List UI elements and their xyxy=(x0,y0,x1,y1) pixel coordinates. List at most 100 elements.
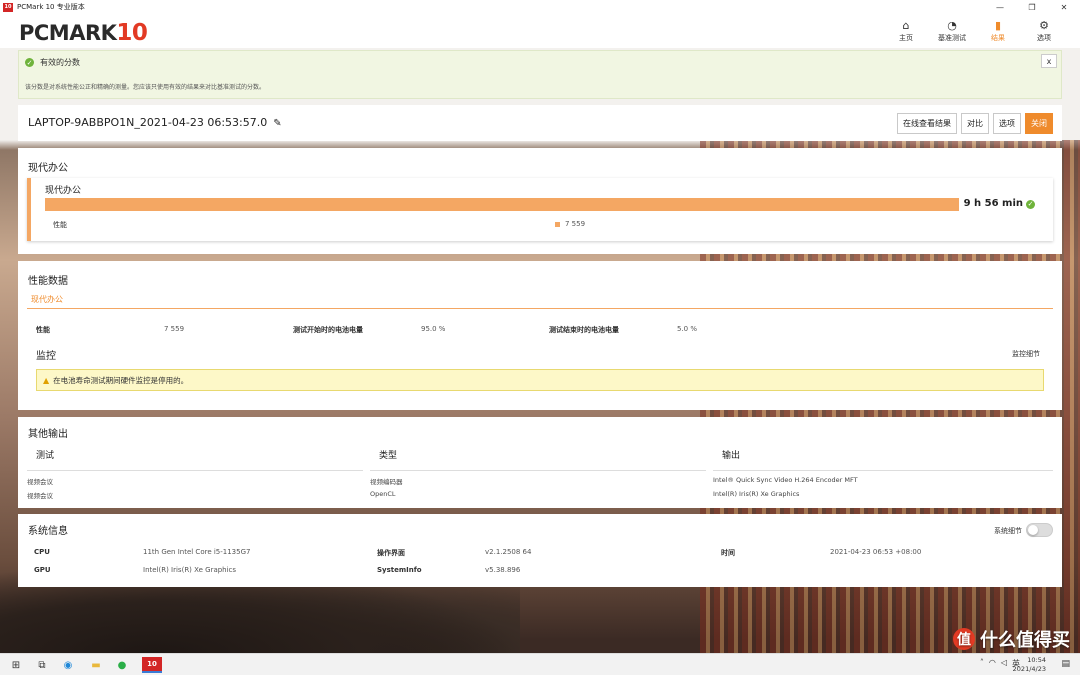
nav-label: 基准测试 xyxy=(938,34,966,42)
sysinfo-value: 11th Gen Intel Core i5-1135G7 xyxy=(143,548,251,556)
divider xyxy=(27,470,363,471)
perf-item: 测试结束时的电池电量 xyxy=(549,326,619,334)
warning-icon: ▲ xyxy=(43,375,50,385)
valid-score-banner: ✓ 有效的分数 该分数是对系统性能公正和精确的测量。您应该只使用有效的结果来对比… xyxy=(18,50,1062,99)
wechat-icon[interactable]: ● xyxy=(114,657,130,673)
section-title: 性能数据 xyxy=(28,276,68,287)
banner-close-button[interactable]: x xyxy=(1041,54,1057,68)
table-cell: 视频编码器 xyxy=(370,478,403,486)
volume-icon[interactable]: ◁ xyxy=(1001,658,1007,669)
compare-button[interactable]: 对比 xyxy=(961,113,989,134)
watermark: 值 什么值得买 xyxy=(953,626,1070,652)
close-icon[interactable]: ✕ xyxy=(1048,0,1080,14)
divider xyxy=(370,470,706,471)
sysinfo-key: GPU xyxy=(34,566,51,574)
perf-value: 7 559 xyxy=(565,220,586,228)
monitoring-details-link[interactable]: 监控细节 xyxy=(1012,349,1040,359)
perf-label: 性能 xyxy=(53,221,67,229)
table-cell: Intel® Quick Sync Video H.264 Encoder MF… xyxy=(713,476,858,484)
gauge-icon: ◔ xyxy=(947,19,957,32)
perf-item: 测试开始时的电池电量 xyxy=(293,326,363,334)
battery-duration: 9 h 56 min ✓ xyxy=(963,198,1035,209)
pencil-icon[interactable]: ✎ xyxy=(273,118,281,129)
window-titlebar: 10 PCMark 10 专业版本 — ❐ ✕ xyxy=(0,0,1080,14)
table-cell: Intel(R) Iris(R) Xe Graphics xyxy=(713,490,800,498)
performance-data-panel: 性能数据 现代办公 性能 7 559 测试开始时的电池电量 95.0 % 测试结… xyxy=(18,261,1062,410)
clock-time: 10:54 xyxy=(1027,656,1046,664)
file-explorer-icon[interactable]: ▬ xyxy=(88,657,104,673)
warning-text: 在电池寿命测试期间硬件监控是停用的。 xyxy=(53,375,189,385)
home-icon: ⌂ xyxy=(902,19,910,32)
nav-benchmarks[interactable]: ◔ 基准测试 xyxy=(932,16,972,46)
table-cell: 视频会议 xyxy=(27,478,53,486)
system-info-panel: 系统信息 系统细节 CPU 11th Gen Intel Core i5-113… xyxy=(18,514,1062,587)
pcmark-logo: PCMARK10 xyxy=(19,20,148,46)
main-nav: ⌂ 主页 ◔ 基准测试 ▮ 结果 ⚙ 选项 xyxy=(886,16,1064,46)
nav-results[interactable]: ▮ 结果 xyxy=(978,16,1018,46)
sysinfo-value: 2021-04-23 06:53 +08:00 xyxy=(830,548,922,556)
pcmark-taskbar-icon[interactable]: 10 xyxy=(142,657,162,673)
sysinfo-value: v5.38.896 xyxy=(485,566,521,574)
window-title: PCMark 10 专业版本 xyxy=(17,3,85,11)
warning-bar: ▲ 在电池寿命测试期间硬件监控是停用的。 xyxy=(36,369,1044,391)
notification-icon[interactable]: ▤ xyxy=(1061,659,1070,669)
column-header: 类型 xyxy=(379,451,398,461)
minimize-icon[interactable]: — xyxy=(984,0,1016,14)
section-title: 其他输出 xyxy=(28,429,68,440)
modern-office-panel: 现代办公 现代办公 9 h 56 min ✓ 性能 7 559 xyxy=(18,148,1062,254)
sysinfo-key: SystemInfo xyxy=(377,566,422,574)
nav-options[interactable]: ⚙ 选项 xyxy=(1024,16,1064,46)
tab-modern-office[interactable]: 现代办公 xyxy=(31,294,63,305)
sysinfo-key: CPU xyxy=(34,548,50,556)
view-online-button[interactable]: 在线查看结果 xyxy=(897,113,957,134)
taskbar: ⊞ ⧉ ◉ ▬ ● 10 ˄ ◠ ◁ 英 10:54 2021/4/23 ▤ xyxy=(0,653,1080,675)
sysinfo-value: v2.1.2508 64 xyxy=(485,548,532,556)
nav-label: 主页 xyxy=(899,34,913,42)
nav-home[interactable]: ⌂ 主页 xyxy=(886,16,926,46)
chevron-up-icon[interactable]: ˄ xyxy=(980,658,984,669)
tab-underline xyxy=(27,308,1053,309)
toggle-knob xyxy=(1028,525,1038,535)
legend-square-icon xyxy=(555,221,560,227)
nav-label: 选项 xyxy=(1037,34,1051,42)
table-cell: OpenCL xyxy=(370,490,396,498)
sysinfo-value: Intel(R) Iris(R) Xe Graphics xyxy=(143,566,237,574)
options-button[interactable]: 选项 xyxy=(993,113,1021,134)
column-header: 输出 xyxy=(722,451,741,461)
bar-chart-icon: ▮ xyxy=(994,19,1002,32)
app-header: PCMARK10 ⌂ 主页 ◔ 基准测试 ▮ 结果 ⚙ 选项 xyxy=(0,14,1080,48)
table-cell: 视频会议 xyxy=(27,492,53,500)
check-icon: ✓ xyxy=(25,58,34,67)
column-header: 测试 xyxy=(36,451,55,461)
banner-description: 该分数是对系统性能公正和精确的测量。您应该只使用有效的结果来对比基准测试的分数。 xyxy=(25,84,266,91)
section-title: 系统信息 xyxy=(28,526,68,537)
system-details-label: 系统细节 xyxy=(994,527,1022,535)
sysinfo-key: 操作界面 xyxy=(377,549,405,557)
window-controls: — ❐ ✕ xyxy=(984,0,1080,14)
check-icon: ✓ xyxy=(1026,199,1035,209)
app-icon: 10 xyxy=(3,2,13,12)
watermark-logo-icon: 值 xyxy=(953,628,975,650)
other-output-panel: 其他输出 测试 类型 输出 视频会议 视频编码器 Intel® Quick Sy… xyxy=(18,417,1062,508)
task-view-icon[interactable]: ⧉ xyxy=(34,657,50,673)
perf-item: 性能 xyxy=(36,326,50,334)
card-title: 现代办公 xyxy=(45,186,82,196)
result-name: LAPTOP-9ABBPO1N_2021-04-23 06:53:57.0 xyxy=(28,116,268,129)
system-details-toggle[interactable] xyxy=(1026,523,1053,537)
windows-start-icon[interactable]: ⊞ xyxy=(8,657,24,673)
maximize-icon[interactable]: ❐ xyxy=(1016,0,1048,14)
perf-item-value: 95.0 % xyxy=(421,325,446,333)
section-title: 现代办公 xyxy=(28,163,68,174)
close-result-button[interactable]: 关闭 xyxy=(1025,113,1053,134)
perf-item-value: 7 559 xyxy=(164,325,185,333)
clock[interactable]: 10:54 2021/4/23 xyxy=(1013,656,1046,674)
battery-life-bar xyxy=(45,198,959,211)
score-card: 现代办公 9 h 56 min ✓ 性能 7 559 xyxy=(27,178,1053,241)
watermark-text: 什么值得买 xyxy=(980,630,1070,651)
gear-icon: ⚙ xyxy=(1039,19,1049,32)
edge-browser-icon[interactable]: ◉ xyxy=(60,657,76,673)
nav-label: 结果 xyxy=(991,34,1005,42)
network-icon[interactable]: ◠ xyxy=(989,658,996,669)
monitoring-title: 监控 xyxy=(36,351,56,362)
banner-title: 有效的分数 xyxy=(40,58,80,67)
